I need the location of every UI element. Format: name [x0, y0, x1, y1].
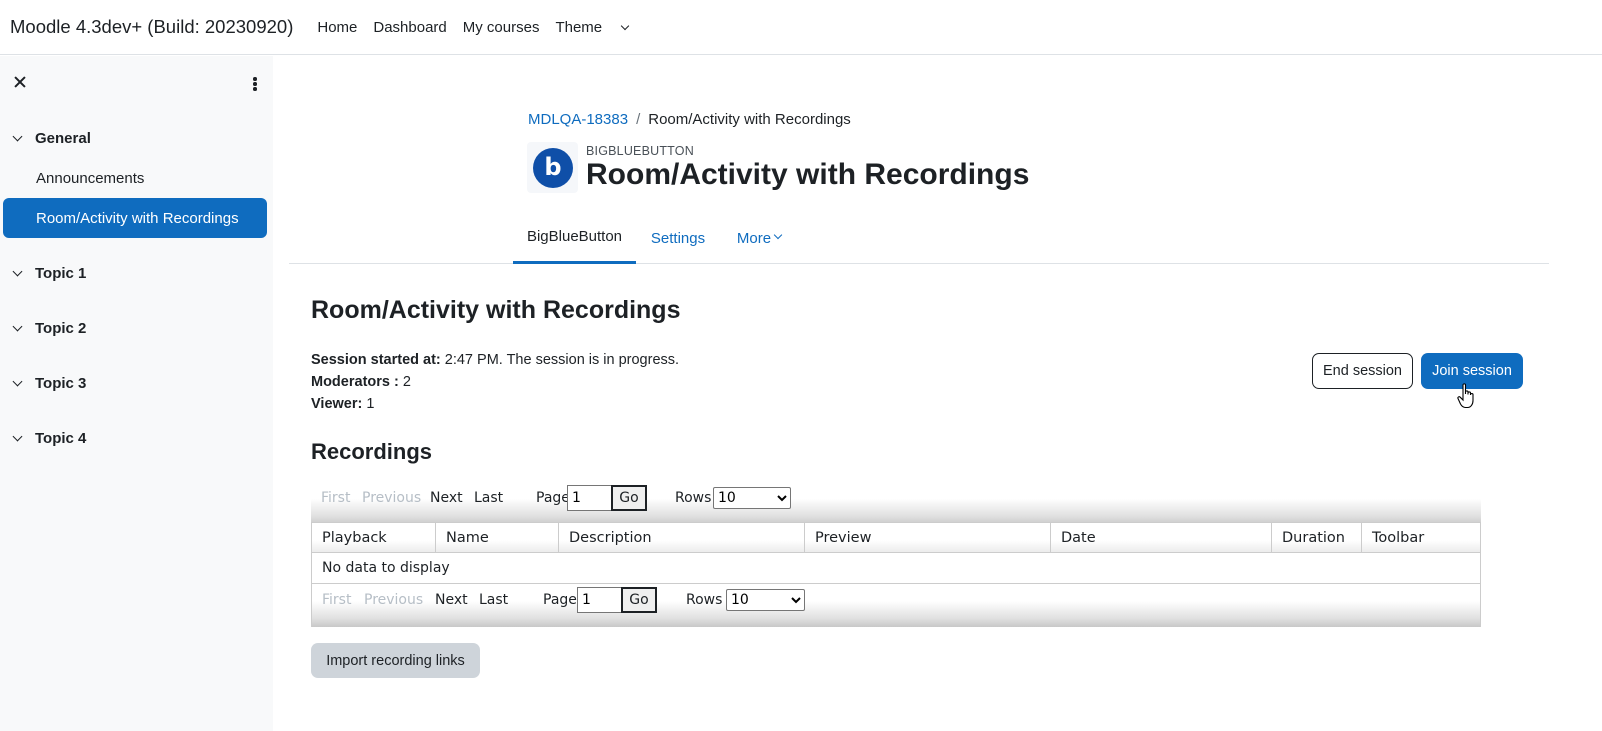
pager-previous-link: Previous — [364, 592, 424, 608]
pager-page-label: Page — [536, 490, 570, 506]
site-brand[interactable]: Moodle 4.3dev+ (Build: 20230920) — [10, 16, 293, 38]
recordings-pager-top: First Previous Next Last Page Go Rows 10 — [311, 481, 1481, 525]
column-header-toolbar[interactable]: Toolbar — [1362, 523, 1480, 552]
module-type-label: BIGBLUEBUTTON — [586, 144, 694, 158]
nav-theme[interactable]: Theme — [555, 18, 630, 36]
pager-go-button[interactable]: Go — [611, 485, 647, 511]
course-index-drawer: General Announcements Room/Activity with… — [0, 56, 273, 731]
nav-my-courses[interactable]: My courses — [463, 19, 540, 36]
pager-first-link: First — [321, 490, 351, 506]
hand-cursor-icon — [1457, 383, 1474, 409]
pager-last-link[interactable]: Last — [474, 483, 503, 513]
pager-rows-select[interactable]: 10 — [726, 589, 805, 611]
column-header-name[interactable]: Name — [436, 523, 559, 552]
moderators-label: Moderators : — [311, 374, 399, 390]
section-topic-1[interactable]: Topic 1 — [12, 265, 87, 282]
viewer-value: 1 — [362, 396, 375, 412]
session-started-label: Session started at: — [311, 352, 441, 368]
drawer-item-room-activity[interactable]: Room/Activity with Recordings — [3, 198, 267, 238]
pager-rows-select[interactable]: 10 — [713, 487, 791, 509]
pager-page-input[interactable] — [577, 587, 623, 613]
session-status: Session started at: 2:47 PM. The session… — [311, 352, 679, 368]
primary-navigation: Home Dashboard My courses Theme — [317, 19, 644, 36]
pager-previous-link: Previous — [362, 490, 422, 506]
chevron-down-icon[interactable] — [12, 131, 23, 142]
recordings-pager-bottom: First Previous Next Last Page Go Rows 10 — [311, 584, 1481, 627]
import-recording-links-button[interactable]: Import recording links — [311, 643, 480, 678]
column-header-date[interactable]: Date — [1051, 523, 1272, 552]
drawer-item-label: Room/Activity with Recordings — [36, 209, 239, 227]
session-started-value: 2:47 PM. The session is in progress. — [440, 352, 680, 368]
pager-go-button[interactable]: Go — [621, 587, 657, 613]
pager-next-link[interactable]: Next — [435, 585, 468, 615]
bigbluebutton-icon: b — [527, 142, 578, 193]
section-title: Topic 1 — [35, 265, 87, 282]
chevron-down-icon[interactable] — [12, 431, 23, 442]
pager-next-link[interactable]: Next — [430, 483, 463, 513]
breadcrumb: MDLQA-18383 / Room/Activity with Recording… — [528, 111, 851, 128]
tab-settings[interactable]: Settings — [639, 212, 717, 264]
end-session-button[interactable]: End session — [1312, 353, 1413, 389]
section-general[interactable]: General — [12, 130, 91, 147]
pager-first-link: First — [322, 592, 352, 608]
recordings-table-header: Playback Name Description Preview Date D… — [311, 522, 1481, 553]
bigbluebutton-logo: b — [533, 148, 573, 188]
empty-table-message: No data to display — [322, 560, 450, 576]
secondary-navigation: BigBlueButton Settings More — [289, 212, 1549, 264]
chevron-down-icon[interactable] — [12, 376, 23, 387]
nav-dashboard[interactable]: Dashboard — [373, 19, 446, 36]
column-header-preview[interactable]: Preview — [805, 523, 1051, 552]
pager-page-label: Page — [543, 592, 577, 608]
top-navbar: Moodle 4.3dev+ (Build: 20230920) Home Da… — [0, 0, 1602, 55]
section-title: General — [35, 130, 91, 147]
nav-theme-label: Theme — [555, 18, 603, 36]
pager-last-link[interactable]: Last — [479, 585, 508, 615]
breadcrumb-course-link[interactable]: MDLQA-18383 — [528, 111, 628, 128]
column-header-description[interactable]: Description — [559, 523, 805, 552]
breadcrumb-current: Room/Activity with Recordings — [648, 111, 851, 128]
recordings-heading: Recordings — [311, 439, 433, 464]
tab-label: Settings — [650, 229, 706, 247]
breadcrumb-separator: / — [636, 111, 641, 128]
pager-page-input[interactable] — [567, 485, 613, 511]
viewer-count: Viewer: 1 — [311, 396, 374, 412]
nav-home[interactable]: Home — [317, 19, 357, 36]
activity-heading: Room/Activity with Recordings — [311, 296, 681, 324]
drawer-item-label: Announcements — [36, 169, 145, 187]
chevron-down-icon — [620, 21, 630, 30]
column-header-playback[interactable]: Playback — [312, 523, 436, 552]
moderators-count: Moderators : 2 — [311, 374, 411, 390]
pager-rows-label: Rows — [675, 490, 712, 506]
tab-more[interactable]: More — [725, 212, 793, 264]
section-topic-3[interactable]: Topic 3 — [12, 375, 87, 392]
tab-label: More — [736, 229, 772, 247]
tab-bigbluebutton[interactable]: BigBlueButton — [513, 212, 636, 264]
chevron-down-icon[interactable] — [12, 321, 23, 332]
section-topic-4[interactable]: Topic 4 — [12, 430, 87, 447]
pager-rows-label: Rows — [686, 592, 723, 608]
section-title: Topic 3 — [35, 375, 87, 392]
moderators-value: 2 — [398, 374, 411, 390]
table-row: No data to display — [311, 553, 1481, 584]
section-topic-2[interactable]: Topic 2 — [12, 320, 87, 337]
column-header-duration[interactable]: Duration — [1272, 523, 1362, 552]
tab-label: BigBlueButton — [526, 228, 623, 245]
drawer-item-announcements[interactable]: Announcements — [3, 158, 267, 198]
viewer-label: Viewer: — [311, 396, 363, 412]
close-icon[interactable] — [12, 74, 28, 90]
chevron-down-icon[interactable] — [12, 266, 23, 277]
chevron-down-icon — [773, 230, 783, 240]
more-options-icon[interactable] — [248, 75, 262, 91]
section-title: Topic 2 — [35, 320, 87, 337]
page-title: Room/Activity with Recordings — [586, 158, 1030, 191]
section-title: Topic 4 — [35, 430, 87, 447]
